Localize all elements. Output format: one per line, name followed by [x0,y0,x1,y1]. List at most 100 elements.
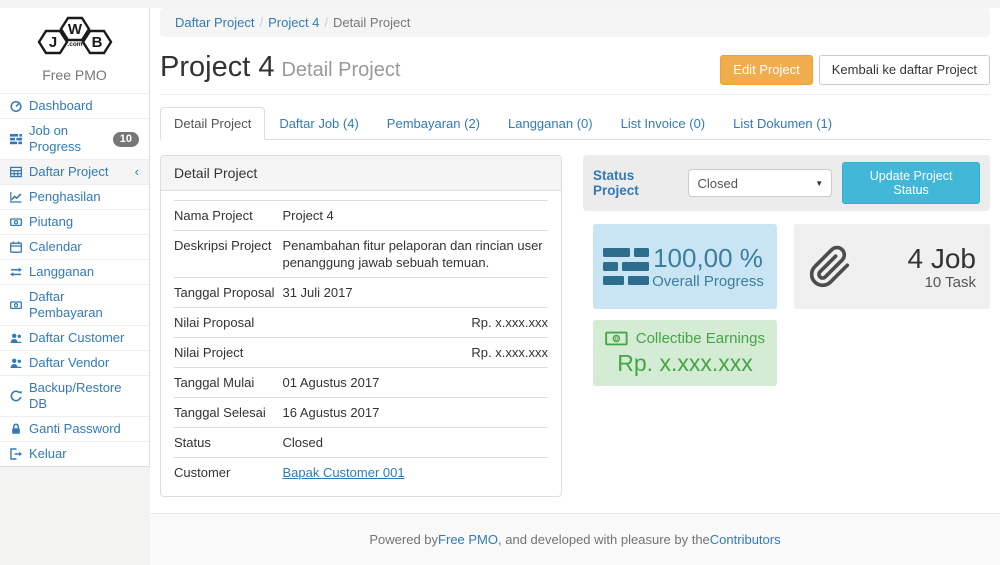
tasks-count-label: 10 Task [852,274,976,291]
money-icon [10,216,22,228]
dashboard-icon [10,100,22,112]
brand-name: Free PMO [0,65,149,93]
app-logo[interactable]: W J B .com [0,8,149,65]
progress-text: 100,00 % Overall Progress [649,243,767,290]
sidebar-item-calendar[interactable]: Calendar [0,234,149,259]
right-column: Status Project Closed ▼ Update Project S… [583,155,990,497]
svg-text:B: B [91,34,102,51]
breadcrumb: Daftar Project/Project 4/Detail Project [160,8,990,37]
sidebar-item-ganti-password[interactable]: Ganti Password [0,416,149,441]
refresh-icon [10,390,22,402]
sidebar-item-job-on-progress[interactable]: Job on Progress 10 [0,118,149,159]
content-area: Detail Project Nama Project Project 4 De… [150,140,1000,507]
earnings-label: Collectibe Earnings [636,330,765,347]
progress-value: 100,00 % [649,243,767,273]
row-value: Rp. x.xxx.xxx [282,308,548,338]
row-value: 01 Agustus 2017 [282,368,548,398]
tab-pembayaran[interactable]: Pembayaran (2) [373,107,494,140]
sidebar-item-daftar-customer[interactable]: Daftar Customer [0,325,149,350]
sidebar-item-label: Keluar [29,446,67,462]
table-row: Nama Project Project 4 [174,201,548,231]
row-label: Deskripsi Project [174,231,282,278]
footer-free-pmo-link[interactable]: Free PMO [438,532,498,547]
table-row: Nilai Proposal Rp. x.xxx.xxx [174,308,548,338]
dropdown-arrow-icon: ▼ [815,179,823,188]
sidebar-item-daftar-vendor[interactable]: Daftar Vendor [0,350,149,375]
sidebar-item-dashboard[interactable]: Dashboard [0,93,149,118]
sidebar-item-penghasilan[interactable]: Penghasilan [0,184,149,209]
table-row: Tanggal Mulai 01 Agustus 2017 [174,368,548,398]
edit-project-button[interactable]: Edit Project [720,55,812,85]
progress-label: Overall Progress [649,273,767,290]
sidebar-item-backup-restore-db[interactable]: Backup/Restore DB [0,375,149,416]
row-label: Status [174,428,282,458]
tab-list-dokumen[interactable]: List Dokumen (1) [719,107,846,140]
breadcrumb-separator: / [254,15,268,30]
sidebar-item-piutang[interactable]: Piutang [0,209,149,234]
tab-detail-project[interactable]: Detail Project [160,107,265,140]
row-label: Tanggal Proposal [174,278,282,308]
sidebar-item-label: Job on Progress [29,123,106,155]
sidebar-item-label: Calendar [29,239,82,255]
tasks-icon [603,248,649,286]
table-row: Tanggal Proposal 31 Juli 2017 [174,278,548,308]
table-icon [10,166,22,178]
sidebar-item-label: Daftar Customer [29,330,124,346]
header-buttons: Edit Project Kembali ke daftar Project [720,55,990,85]
sidebar: W J B .com Free PMO Dashboard Job on Pro… [0,8,150,467]
row-value: Project 4 [282,201,548,231]
table-row: Customer Bapak Customer 001 [174,458,548,488]
footer-contributors-link[interactable]: Contributors [710,532,781,547]
status-selected-value: Closed [697,176,737,191]
row-value: Rp. x.xxx.xxx [282,338,548,368]
tab-langganan[interactable]: Langganan (0) [494,107,607,140]
detail-table: Nama Project Project 4 Deskripsi Project… [174,200,548,487]
row-label: Tanggal Selesai [174,398,282,428]
job-count-badge: 10 [113,132,139,147]
page-title: Project 4 [160,51,274,83]
users-icon [10,332,22,344]
jwb-hexagon-logo-icon: W J B .com [29,14,121,58]
row-value: 16 Agustus 2017 [282,398,548,428]
jobs-card: 4 Job 10 Task [794,224,990,309]
tab-list-invoice[interactable]: List Invoice (0) [607,107,720,140]
row-label: Tanggal Mulai [174,368,282,398]
status-project-panel: Status Project Closed ▼ Update Project S… [583,155,990,211]
jobs-value: 4 Job [852,243,976,274]
line-chart-icon [10,191,22,203]
tasks-icon [10,133,22,145]
sign-out-icon [10,448,22,460]
table-row: Nilai Project Rp. x.xxx.xxx [174,338,548,368]
table-row: Tanggal Selesai 16 Agustus 2017 [174,398,548,428]
row-value: 31 Juli 2017 [282,278,548,308]
sidebar-item-keluar[interactable]: Keluar [0,441,149,466]
row-value: Closed [282,428,548,458]
sidebar-item-label: Backup/Restore DB [29,380,139,412]
page-subtitle: Detail Project [281,59,400,81]
breadcrumb-project-4[interactable]: Project 4 [268,15,319,30]
breadcrumb-separator: / [319,15,333,30]
svg-text:.com: .com [67,41,82,48]
breadcrumb-daftar-project[interactable]: Daftar Project [175,15,254,30]
panel-title: Detail Project [161,156,561,191]
sidebar-item-daftar-project[interactable]: Daftar Project ‹ [0,159,149,184]
sidebar-item-label: Langganan [29,264,94,280]
row-value: Penambahan fitur pelaporan dan rincian u… [282,231,548,278]
sidebar-item-langganan[interactable]: Langganan [0,259,149,284]
back-to-project-list-button[interactable]: Kembali ke daftar Project [819,55,990,85]
sidebar-item-daftar-pembayaran[interactable]: Daftar Pembayaran [0,284,149,325]
sidebar-item-label: Daftar Pembayaran [29,289,139,321]
sidebar-item-label: Penghasilan [29,189,101,205]
sidebar-item-label: Daftar Project [29,164,108,180]
exchange-icon [10,266,22,278]
cards-row: 100,00 % Overall Progress 4 Job 10 Task [583,224,990,309]
row-label: Nama Project [174,201,282,231]
detail-project-panel: Detail Project Nama Project Project 4 De… [160,155,562,497]
update-project-status-button[interactable]: Update Project Status [842,162,980,204]
table-row: Deskripsi Project Penambahan fitur pelap… [174,231,548,278]
tab-daftar-job[interactable]: Daftar Job (4) [265,107,372,140]
main-content: Daftar Project/Project 4/Detail Project … [150,8,1000,513]
tab-bar: Detail Project Daftar Job (4) Pembayaran… [160,107,990,140]
paperclip-icon [808,243,852,291]
status-select[interactable]: Closed ▼ [688,169,832,197]
